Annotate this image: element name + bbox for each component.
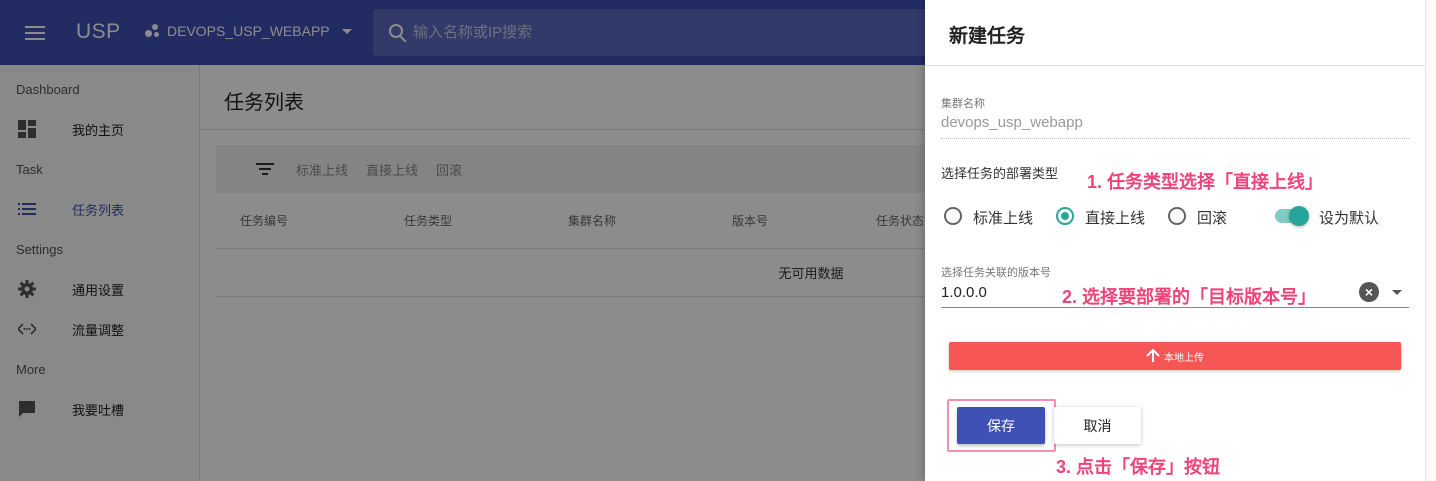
radio-label[interactable]: 回滚	[1197, 207, 1227, 228]
cluster-name-field: devops_usp_webapp	[941, 114, 1083, 131]
drawer-title: 新建任务	[949, 26, 1026, 47]
cluster-name-label: 集群名称	[941, 98, 985, 110]
annotation-step-3: 3. 点击「保存」按钮	[1056, 457, 1221, 477]
version-label: 选择任务关联的版本号	[941, 267, 1051, 279]
radio-standard-release[interactable]	[944, 207, 962, 225]
scrollbar-strip	[1425, 0, 1436, 481]
modal-backdrop[interactable]	[0, 0, 925, 481]
radio-label[interactable]: 直接上线	[1085, 207, 1145, 228]
clear-icon[interactable]: ×	[1359, 282, 1379, 302]
radio-rollback[interactable]	[1168, 207, 1186, 225]
deploy-type-label: 选择任务的部署类型	[941, 166, 1059, 181]
divider	[925, 65, 1425, 66]
new-task-drawer: 新建任务 集群名称 devops_usp_webapp 选择任务的部署类型 标准…	[925, 0, 1425, 481]
upload-label: 本地上传	[1164, 352, 1204, 364]
cancel-button[interactable]: 取消	[1054, 407, 1141, 444]
default-switch-label: 设为默认	[1319, 210, 1380, 227]
switch-thumb[interactable]	[1289, 206, 1309, 226]
annotation-step-2: 2. 选择要部署的「目标版本号」	[1062, 287, 1317, 307]
divider	[941, 138, 1409, 139]
arrow-up-icon	[1146, 349, 1160, 362]
save-button[interactable]: 保存	[957, 407, 1045, 444]
radio-label[interactable]: 标准上线	[973, 207, 1033, 228]
version-select[interactable]: 1.0.0.0	[941, 284, 987, 301]
radio-direct-release[interactable]	[1056, 207, 1074, 225]
upload-button[interactable]: 本地上传	[949, 342, 1401, 370]
chevron-down-icon[interactable]	[1392, 290, 1402, 295]
annotation-step-1: 1. 任务类型选择「直接上线」	[1087, 172, 1324, 192]
